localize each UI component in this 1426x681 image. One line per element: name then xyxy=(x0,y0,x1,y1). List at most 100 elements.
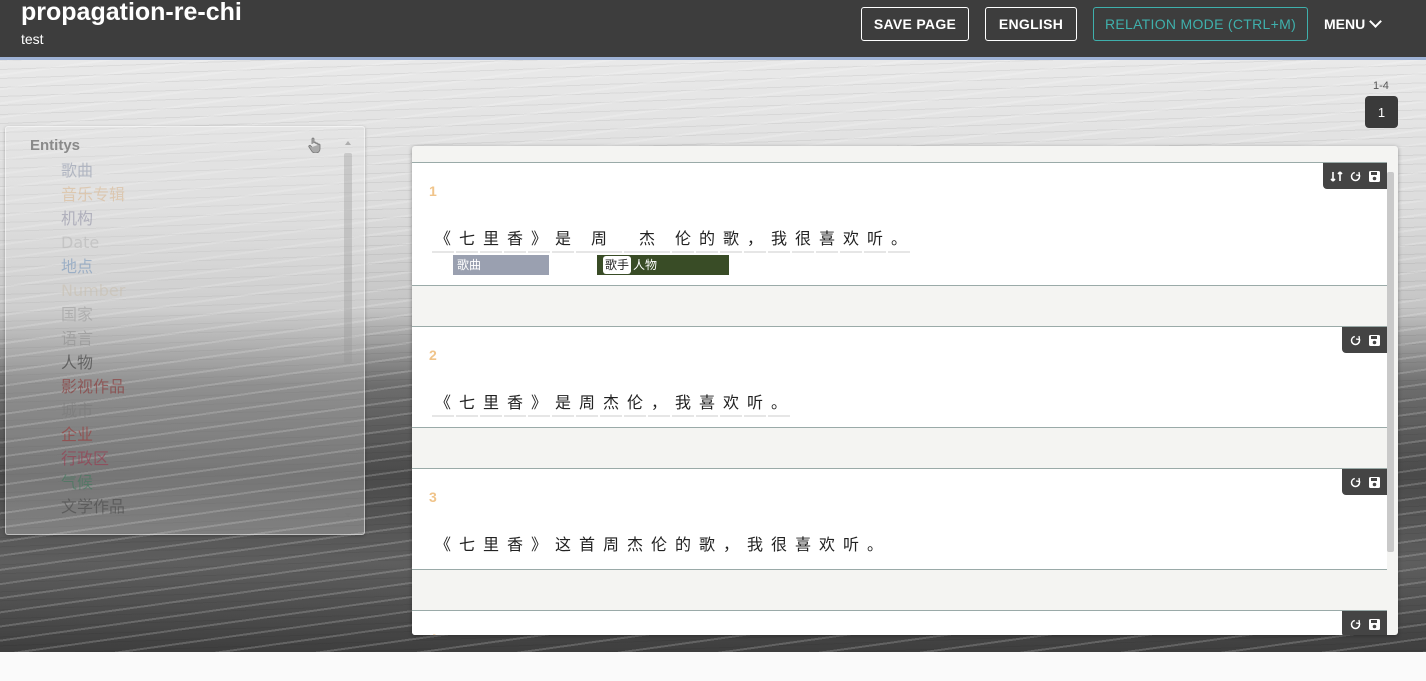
entity-type-item[interactable]: 气候 xyxy=(61,471,125,495)
token[interactable]: 香 xyxy=(504,391,526,417)
entity-list: 歌曲 音乐专辑 机构 Date 地点 Number 国家 语言 人物 影视作品 城市 企业 行政区 气候文… xyxy=(61,159,125,519)
token[interactable]: 《 xyxy=(432,227,454,253)
relation-mode-button[interactable]: RELATION MODE (CTRL+M) xyxy=(1093,7,1308,41)
token[interactable]: 喜 xyxy=(816,227,838,253)
token[interactable]: 杰 xyxy=(600,391,622,417)
token[interactable]: 我 xyxy=(672,391,694,417)
token[interactable]: ， xyxy=(744,227,766,253)
token[interactable]: ， xyxy=(720,533,742,559)
document-scrollbar[interactable] xyxy=(1387,172,1394,552)
entity-type-item[interactable]: 音乐专辑 xyxy=(61,183,125,207)
token[interactable]: 的 xyxy=(696,227,718,253)
document-number: 3 xyxy=(429,489,437,505)
entity-type-item[interactable]: 文学作品 xyxy=(61,495,125,519)
scroll-up-icon[interactable] xyxy=(345,141,351,145)
refresh-icon[interactable] xyxy=(1348,333,1362,347)
entity-type-item[interactable]: 影视作品 xyxy=(61,375,125,399)
entity-type-item[interactable]: 语言 xyxy=(61,327,125,351)
token[interactable]: 首 xyxy=(576,533,598,559)
token[interactable]: 。 xyxy=(864,533,886,559)
token[interactable]: 伦 xyxy=(648,533,670,559)
entity-type-item[interactable]: 国家 xyxy=(61,303,125,327)
token[interactable]: 周 xyxy=(600,533,622,559)
token[interactable]: 。 xyxy=(768,391,790,417)
refresh-icon[interactable] xyxy=(1348,475,1362,489)
entity-type-item[interactable]: 歌曲 xyxy=(61,159,125,183)
refresh-icon[interactable] xyxy=(1348,169,1362,183)
token[interactable]: ， xyxy=(648,391,670,417)
token[interactable]: 很 xyxy=(792,227,814,253)
token[interactable]: 欢 xyxy=(840,227,862,253)
token[interactable]: 七 xyxy=(456,227,478,253)
document-panel: 1 《 七 里 香 》 是 周 杰 伦 的 歌 ， 我 很 喜 欢 听 。 歌曲… xyxy=(412,146,1398,635)
token[interactable]: 的 xyxy=(672,533,694,559)
token[interactable]: 》 xyxy=(528,533,550,559)
entity-type-item[interactable]: 人物 xyxy=(61,351,125,375)
token[interactable]: 歌 xyxy=(720,227,742,253)
relation-icon[interactable] xyxy=(1329,169,1343,183)
refresh-icon[interactable] xyxy=(1348,617,1362,631)
save-page-button[interactable]: SAVE PAGE xyxy=(861,7,969,41)
sentence-tokens: 《 七 里 香 》 是 周 杰 伦 ， 我 喜 欢 听 。 xyxy=(432,391,792,417)
token[interactable]: 我 xyxy=(768,227,790,253)
token[interactable]: 周 xyxy=(576,391,598,417)
save-icon[interactable] xyxy=(1367,617,1381,631)
token[interactable]: 七 xyxy=(456,391,478,417)
menu-button[interactable]: MENU xyxy=(1324,15,1383,32)
hand-pointer-icon[interactable] xyxy=(308,137,322,153)
token[interactable]: 伦 xyxy=(624,391,646,417)
token[interactable]: 是 xyxy=(552,227,574,253)
token[interactable]: 喜 xyxy=(792,533,814,559)
token[interactable]: 七 xyxy=(456,533,478,559)
relation-label[interactable]: 歌手 xyxy=(603,256,632,274)
token[interactable]: 是 xyxy=(552,391,574,417)
token[interactable]: 香 xyxy=(504,533,526,559)
entity-type-item[interactable]: 城市 xyxy=(61,399,125,423)
entity-panel: Entitys 歌曲 音乐专辑 机构 Date 地点 Number 国家 语言 人物 影视作品 城市… xyxy=(5,126,365,535)
token[interactable]: 里 xyxy=(480,391,502,417)
token[interactable]: 杰 xyxy=(624,227,670,253)
token[interactable]: 里 xyxy=(480,533,502,559)
document-card-1: 1 《 七 里 香 》 是 周 杰 伦 的 歌 ， 我 很 喜 欢 听 。 歌曲… xyxy=(412,162,1387,286)
footer xyxy=(0,652,1426,681)
token[interactable]: 香 xyxy=(504,227,526,253)
token[interactable]: 《 xyxy=(432,391,454,417)
document-toolbar xyxy=(1342,469,1387,495)
token[interactable]: 《 xyxy=(432,533,454,559)
token[interactable]: 很 xyxy=(768,533,790,559)
entity-type-item[interactable]: 地点 xyxy=(61,255,125,279)
token[interactable]: 周 xyxy=(576,227,622,253)
token[interactable]: 。 xyxy=(888,227,910,253)
token[interactable]: 听 xyxy=(840,533,862,559)
token[interactable]: 歌 xyxy=(696,533,718,559)
entity-annotation-song[interactable]: 歌曲 xyxy=(453,255,549,275)
entity-type-item[interactable]: 企业 xyxy=(61,423,125,447)
save-icon[interactable] xyxy=(1367,333,1381,347)
scroll-thumb[interactable] xyxy=(344,153,352,363)
token[interactable]: 伦 xyxy=(672,227,694,253)
token[interactable]: 》 xyxy=(528,391,550,417)
token[interactable]: 杰 xyxy=(624,533,646,559)
entity-scrollbar[interactable] xyxy=(344,139,352,519)
entity-type-item[interactable]: Date xyxy=(61,231,125,255)
token[interactable]: 》 xyxy=(528,227,550,253)
entity-type-item[interactable]: Number xyxy=(61,279,125,303)
save-icon[interactable] xyxy=(1367,169,1381,183)
entity-panel-title: Entitys xyxy=(30,137,81,154)
token[interactable]: 听 xyxy=(864,227,886,253)
token[interactable]: 我 xyxy=(744,533,766,559)
entity-type-item[interactable]: 机构 xyxy=(61,207,125,231)
token[interactable]: 欢 xyxy=(816,533,838,559)
document-card-3: 3 《 七 里 香 》 这 首 周 杰 伦 的 歌 ， 我 很 喜 欢 听 。 xyxy=(412,468,1387,570)
token[interactable]: 欢 xyxy=(720,391,742,417)
page-button-1[interactable]: 1 xyxy=(1365,96,1398,128)
token[interactable]: 这 xyxy=(552,533,574,559)
token[interactable]: 里 xyxy=(480,227,502,253)
token[interactable]: 听 xyxy=(744,391,766,417)
document-card-4: 4 xyxy=(412,610,1387,635)
save-icon[interactable] xyxy=(1367,475,1381,489)
scroll-down-icon[interactable] xyxy=(345,513,351,517)
language-button[interactable]: ENGLISH xyxy=(985,7,1077,41)
entity-type-item[interactable]: 行政区 xyxy=(61,447,125,471)
token[interactable]: 喜 xyxy=(696,391,718,417)
